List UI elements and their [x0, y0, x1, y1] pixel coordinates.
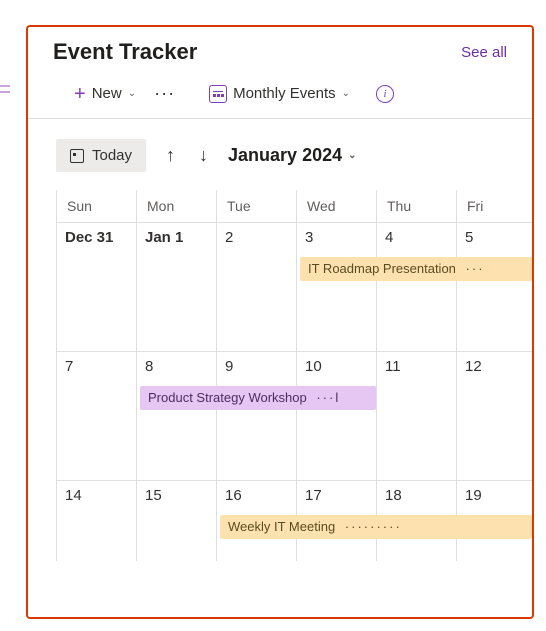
dow-header: Mon: [137, 190, 217, 222]
calendar-cell[interactable]: 9: [217, 352, 297, 480]
calendar-cell[interactable]: 11: [377, 352, 457, 480]
plus-icon: +: [74, 84, 86, 104]
chevron-down-icon: ⌄: [342, 88, 350, 99]
event-it-roadmap[interactable]: IT Roadmap Presentation ···: [300, 257, 532, 281]
date-number: 8: [145, 358, 153, 375]
dow-header: Wed: [297, 190, 377, 222]
calendar-nav: Today ↑ ↓ January 2024 ⌄: [28, 119, 532, 186]
calendar-grid: Sun Mon Tue Wed Thu Fri Dec 31 Jan 1 2 3…: [56, 190, 532, 561]
today-icon: [70, 149, 84, 163]
new-button[interactable]: + New ⌄: [74, 84, 136, 104]
event-tracker-panel: Event Tracker See all + New ⌄ ··· Monthl…: [26, 25, 534, 619]
calendar-cell[interactable]: 12: [457, 352, 534, 480]
date-number: Jan 1: [145, 229, 183, 246]
week-row: Dec 31 Jan 1 2 3 4 5 IT Roadmap Presenta…: [56, 222, 532, 351]
month-label: January 2024: [228, 145, 342, 166]
dow-header: Thu: [377, 190, 457, 222]
dow-header-row: Sun Mon Tue Wed Thu Fri: [56, 190, 532, 222]
date-number: 4: [385, 229, 393, 246]
next-arrow-button[interactable]: ↓: [195, 141, 212, 170]
event-continuation-icon: ···l: [316, 386, 340, 410]
calendar-cell[interactable]: 7: [57, 352, 137, 480]
calendar-cell[interactable]: 3: [297, 223, 377, 351]
date-number: 12: [465, 358, 482, 375]
panel-title: Event Tracker: [53, 39, 197, 65]
date-number: 14: [65, 487, 82, 504]
date-number: 16: [225, 487, 242, 504]
prev-arrow-button[interactable]: ↑: [162, 141, 179, 170]
dow-header: Tue: [217, 190, 297, 222]
event-product-strategy[interactable]: Product Strategy Workshop ···l: [140, 386, 376, 410]
chevron-down-icon: ⌄: [348, 150, 356, 161]
date-number: 15: [145, 487, 162, 504]
new-button-label: New: [92, 85, 122, 102]
month-selector[interactable]: January 2024 ⌄: [228, 145, 356, 166]
calendar-cell[interactable]: 14: [57, 481, 137, 561]
week-row: 14 15 16 17 18 19 Weekly IT Meeting ····…: [56, 480, 532, 561]
date-number: 2: [225, 229, 233, 246]
today-label: Today: [92, 147, 132, 164]
date-number: 11: [385, 358, 401, 375]
partial-border-decoration: [0, 85, 10, 93]
calendar-cell[interactable]: 8: [137, 352, 217, 480]
calendar-cell[interactable]: 10: [297, 352, 377, 480]
calendar-cell[interactable]: Dec 31: [57, 223, 137, 351]
panel-header: Event Tracker See all: [28, 27, 532, 65]
calendar-cell[interactable]: 5: [457, 223, 534, 351]
see-all-link[interactable]: See all: [461, 44, 507, 61]
event-label: Weekly IT Meeting: [228, 519, 335, 534]
event-continuation-icon: ···: [466, 257, 485, 281]
date-number: 5: [465, 229, 473, 246]
date-number: 9: [225, 358, 233, 375]
date-number: 3: [305, 229, 313, 246]
calendar-icon: [209, 85, 227, 103]
view-selector[interactable]: Monthly Events ⌄: [209, 85, 350, 103]
calendar-cell[interactable]: 2: [217, 223, 297, 351]
today-button[interactable]: Today: [56, 139, 146, 172]
date-number: 19: [465, 487, 482, 504]
dow-header: Fri: [457, 190, 534, 222]
event-label: IT Roadmap Presentation: [308, 261, 456, 276]
date-number: Dec 31: [65, 229, 113, 246]
toolbar: + New ⌄ ··· Monthly Events ⌄ i: [28, 65, 532, 119]
view-label: Monthly Events: [233, 85, 336, 102]
event-continuation-icon: ·········: [345, 515, 402, 539]
chevron-down-icon: ⌄: [128, 88, 136, 99]
event-label: Product Strategy Workshop: [148, 390, 307, 405]
calendar-cell[interactable]: 15: [137, 481, 217, 561]
calendar-cell[interactable]: 4: [377, 223, 457, 351]
more-actions-button[interactable]: ···: [146, 83, 183, 104]
event-weekly-it-meeting[interactable]: Weekly IT Meeting ·········: [220, 515, 532, 539]
date-number: 17: [305, 487, 322, 504]
calendar-cell[interactable]: Jan 1: [137, 223, 217, 351]
date-number: 7: [65, 358, 73, 375]
date-number: 10: [305, 358, 322, 375]
week-row: 7 8 9 10 11 12 Product Strategy Workshop…: [56, 351, 532, 480]
date-number: 18: [385, 487, 402, 504]
info-icon[interactable]: i: [376, 85, 394, 103]
dow-header: Sun: [57, 190, 137, 222]
